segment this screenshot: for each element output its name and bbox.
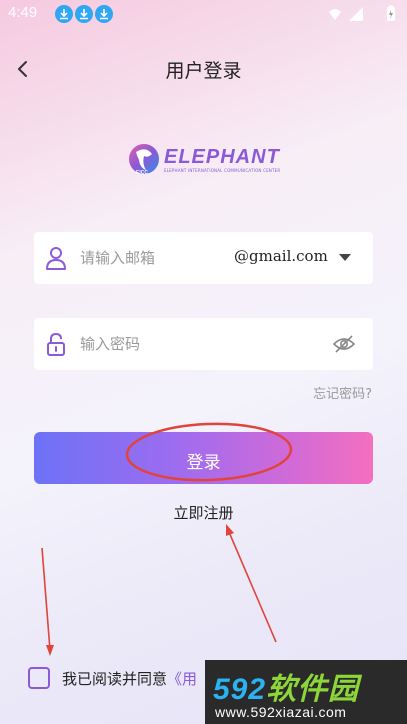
annotation-arrow-2 [226,524,277,643]
page-title: 用户登录 [165,60,242,82]
caret-down-icon[interactable] [339,254,351,262]
brand-logo: EICC ELEPHANT ELEPHANT INTERNATIONAL COM… [126,140,286,182]
agreement-link[interactable]: 《用 [167,670,197,688]
email-input[interactable] [80,246,230,270]
eye-off-icon[interactable] [332,333,356,355]
elephant-logo-icon: EICC [129,144,159,176]
register-link-label: 立即注册 [173,504,234,522]
password-field [34,318,373,370]
user-icon [46,247,66,270]
email-domain-select[interactable]: @gmail.com [234,247,328,265]
watermark-url: www.592xiazai.com [215,704,347,720]
download-icon [75,5,93,23]
logo-subtitle: ELEPHANT INTERNATIONAL COMMUNICATION CEN… [164,168,281,173]
forgot-password-link[interactable]: 忘记密码? [313,383,372,402]
svg-text:EICC: EICC [136,170,148,176]
agreement-checkbox[interactable] [28,667,50,689]
login-button[interactable]: 登录 [34,432,373,484]
logo-text: ELEPHANT [164,146,280,168]
download-icon [95,5,113,23]
watermark-name: 软件园 [266,673,360,706]
site-watermark: 592软件园 www.592xiazai.com [205,660,407,724]
password-input[interactable] [80,332,230,356]
email-field: @gmail.com [34,232,373,284]
watermark-number: 592 [213,673,267,706]
login-button-label: 登录 [186,453,221,472]
status-bar: 4:49 [0,0,407,28]
watermark-logo: 592软件园 [213,664,359,708]
agreement-label: 我已阅读并同意 [62,670,168,688]
lock-icon [47,332,65,356]
wifi-icon [329,9,341,20]
agreement-text: 我已阅读并同意《用 [62,668,197,689]
annotation-arrow-1 [41,547,54,656]
status-time: 4:49 [8,4,38,21]
register-link[interactable]: 立即注册 [0,502,407,523]
status-right-icons [329,5,395,21]
signal-icon [349,7,363,21]
download-icon [55,5,73,23]
